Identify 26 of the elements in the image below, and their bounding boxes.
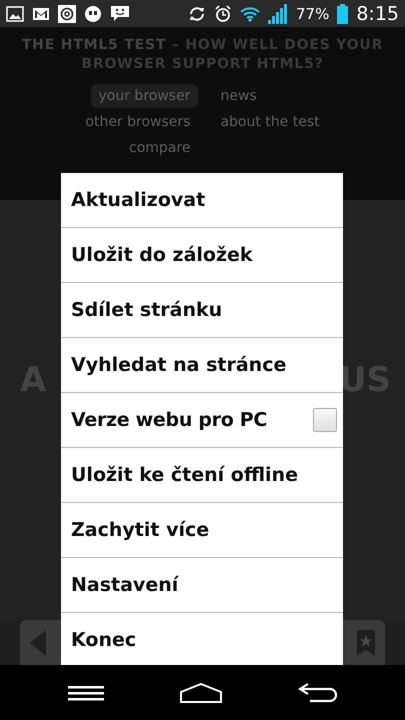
clock: 8:15	[356, 2, 399, 24]
home-icon[interactable]	[178, 682, 222, 702]
menu-item[interactable]: Sdílet stránku	[61, 283, 343, 338]
menu-item[interactable]: Zachytit více	[61, 503, 343, 558]
menu-item[interactable]: Aktualizovat	[61, 173, 343, 228]
mail-icon	[32, 6, 50, 20]
back-arrow-icon[interactable]	[298, 682, 338, 704]
menu-item[interactable]: Nastavení	[61, 558, 343, 613]
menu-item[interactable]: Verze webu pro PC	[61, 393, 343, 448]
smiley-message-icon	[110, 5, 130, 22]
signal-icon	[268, 4, 288, 24]
battery-icon	[337, 4, 348, 24]
picture-icon	[6, 6, 24, 22]
menu-item[interactable]: Uložit do záložek	[61, 228, 343, 283]
menu-item[interactable]: Uložit ke čtení offline	[61, 448, 343, 503]
chat-quote-icon	[84, 4, 102, 22]
bookmark-star-icon[interactable]	[357, 630, 375, 656]
sync-icon	[188, 4, 206, 22]
menu-item[interactable]: Vyhledat na stránce	[61, 338, 343, 393]
menu-item-label: Verze webu pro PC	[71, 409, 268, 431]
menu-icon[interactable]	[68, 684, 104, 700]
alarm-clock-icon	[214, 4, 232, 22]
checkbox[interactable]	[313, 408, 337, 432]
at-sign-icon	[58, 4, 76, 22]
battery-percent: 77%	[296, 4, 330, 22]
wifi-icon	[240, 6, 260, 22]
